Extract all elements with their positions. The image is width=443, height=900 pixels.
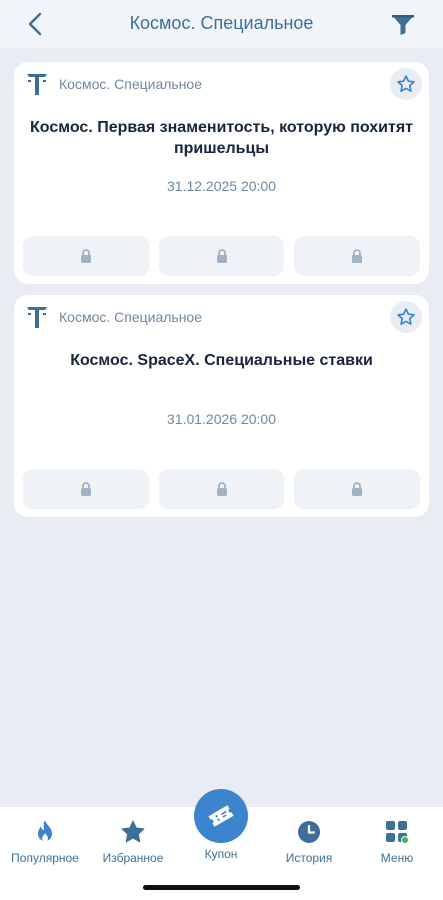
odds-row xyxy=(23,469,421,509)
odds-row xyxy=(23,236,421,276)
nav-favorites-label: Избранное xyxy=(102,851,164,865)
nav-menu[interactable]: Меню xyxy=(353,817,441,865)
top-bar: Космос. Специальное xyxy=(0,0,443,48)
event-card[interactable]: Космос. Специальное Космос. SpaceX. Спец… xyxy=(14,295,429,517)
lock-icon xyxy=(352,482,363,496)
home-indicator xyxy=(143,885,300,890)
space-category-icon xyxy=(27,74,47,95)
star-outline-icon xyxy=(397,308,415,325)
nav-history[interactable]: История xyxy=(265,817,353,865)
event-title: Космос. SpaceX. Специальные ставки xyxy=(70,352,373,369)
nav-popular-label: Популярное xyxy=(11,851,79,865)
nav-popular[interactable]: Популярное xyxy=(1,817,89,865)
odds-cell-locked[interactable] xyxy=(294,236,421,276)
odds-cell-locked[interactable] xyxy=(23,469,149,509)
event-title: Космос. Первая знаменитость, которую пох… xyxy=(30,119,413,157)
lock-icon xyxy=(352,249,363,263)
bottom-nav: Популярное Избранное Купон История Меню xyxy=(0,789,443,900)
odds-cell-locked[interactable] xyxy=(294,469,421,509)
space-category-icon xyxy=(27,307,47,328)
odds-cell-locked[interactable] xyxy=(158,469,285,509)
notification-dot xyxy=(402,837,408,843)
lock-icon xyxy=(80,249,91,263)
event-card[interactable]: Космос. Специальное Космос. Первая знаме… xyxy=(14,62,429,284)
page-title: Космос. Специальное xyxy=(129,13,314,33)
event-category: Космос. Специальное xyxy=(59,309,203,325)
ticket-icon xyxy=(208,805,234,827)
nav-menu-label: Меню xyxy=(380,851,414,865)
lock-icon xyxy=(216,482,227,496)
filter-button[interactable] xyxy=(389,10,417,38)
lock-icon xyxy=(216,249,227,263)
coupon-button[interactable] xyxy=(194,789,248,843)
clock-icon xyxy=(298,821,320,843)
star-outline-icon xyxy=(397,75,415,92)
event-date: 31.12.2025 20:00 xyxy=(167,178,276,194)
nav-history-label: История xyxy=(285,851,333,865)
favorite-button[interactable] xyxy=(390,68,422,100)
lock-icon xyxy=(80,482,91,496)
odds-cell-locked[interactable] xyxy=(158,236,285,276)
event-category: Космос. Специальное xyxy=(59,76,203,92)
filter-icon xyxy=(392,15,414,35)
nav-coupon-label: Купон xyxy=(204,847,238,861)
star-icon xyxy=(121,820,145,843)
flame-icon xyxy=(38,820,52,842)
odds-cell-locked[interactable] xyxy=(23,236,149,276)
nav-coupon[interactable]: Купон xyxy=(177,789,265,861)
event-date: 31.01.2026 20:00 xyxy=(167,411,276,427)
favorite-button[interactable] xyxy=(390,301,422,333)
nav-favorites[interactable]: Избранное xyxy=(89,817,177,865)
grid-menu-icon xyxy=(386,821,409,844)
